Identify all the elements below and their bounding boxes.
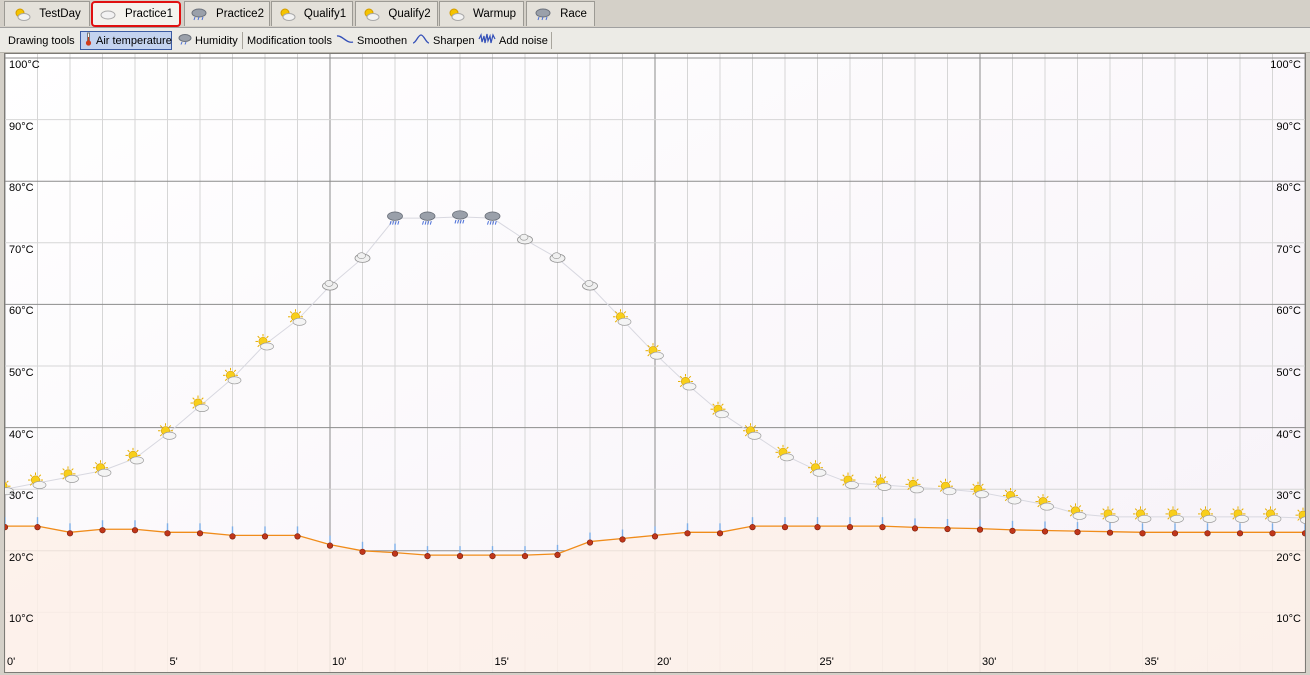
- y-tick-label-left: 60°C: [9, 305, 34, 318]
- tab-qualify2[interactable]: Qualify2: [355, 1, 438, 26]
- y-tick-label-right: 20°C: [1276, 551, 1301, 564]
- sun-cloud-icon: [278, 7, 296, 21]
- tab-testday[interactable]: TestDay: [4, 1, 90, 26]
- tab-race[interactable]: Race: [526, 1, 595, 26]
- thermometer-icon: [84, 32, 93, 49]
- x-tick-label: 20': [657, 656, 672, 668]
- cloud-icon: [99, 7, 117, 21]
- x-tick-label: 30': [982, 656, 997, 668]
- tab-label: Practice1: [125, 8, 173, 20]
- session-tab-bar: TestDay Practice1 Practice2 Qualify1 Qua…: [0, 0, 1310, 28]
- weather-chart[interactable]: 10°C 10°C 20°C 20°C 30°C 30°C 40°C 40°C 50°C 50°C…: [4, 53, 1306, 673]
- x-tick-label: 15': [494, 656, 509, 668]
- tab-practice1[interactable]: Practice1: [91, 1, 181, 27]
- toolbar-separator: [242, 32, 243, 49]
- tab-label: Practice2: [216, 8, 264, 20]
- sun-cloud-icon: [362, 7, 380, 21]
- x-tick-label: 0': [7, 656, 16, 668]
- y-tick-label-right: 70°C: [1276, 243, 1301, 256]
- y-tick-label-right: 50°C: [1276, 367, 1301, 379]
- tab-label: Race: [560, 8, 587, 20]
- air-temperature-button[interactable]: Air temperature: [80, 31, 172, 50]
- tab-label: Qualify1: [303, 8, 347, 20]
- modification-tools-label: Modification tools: [247, 34, 332, 47]
- tab-qualify1[interactable]: Qualify1: [271, 1, 353, 26]
- y-tick-label-right: 90°C: [1276, 120, 1301, 133]
- x-tick-label: 5': [169, 656, 178, 668]
- y-tick-label-left: 100°C: [9, 59, 40, 71]
- x-tick-label: 10': [332, 656, 347, 668]
- sharpen-button[interactable]: Sharpen: [409, 31, 478, 50]
- toolbar-separator: [551, 32, 552, 49]
- y-tick-label-left: 80°C: [9, 182, 34, 195]
- temperature-area: [5, 526, 1305, 672]
- x-tick-label: 35': [1144, 656, 1159, 668]
- add-noise-button[interactable]: Add noise: [475, 31, 551, 50]
- y-tick-label-right: 10°C: [1276, 613, 1301, 626]
- tab-label: Warmup: [472, 8, 517, 20]
- tab-label: Qualify2: [388, 8, 431, 20]
- y-tick-label-left: 90°C: [9, 120, 34, 133]
- noise-wave-icon: [478, 33, 496, 48]
- tab-practice2[interactable]: Practice2: [184, 1, 270, 26]
- chart-canvas[interactable]: [5, 54, 1305, 672]
- sun-cloud-icon: [13, 7, 31, 21]
- y-tick-label-right: 40°C: [1276, 428, 1301, 441]
- y-tick-label-left: 20°C: [9, 551, 34, 564]
- drawing-tools-label: Drawing tools: [8, 34, 75, 47]
- y-tick-label-right: 100°C: [1270, 59, 1301, 71]
- y-tick-label-left: 70°C: [9, 243, 34, 256]
- humidity-button[interactable]: Humidity: [175, 31, 241, 50]
- tool-strip: Drawing tools Air temperature Humidity M…: [0, 28, 1310, 53]
- x-tick-label: 25': [819, 656, 834, 668]
- rain-cloud-icon: [190, 7, 208, 21]
- rain-cloud-icon: [178, 33, 192, 48]
- sharp-curve-icon: [412, 33, 430, 48]
- sun-cloud-icon: [447, 7, 465, 21]
- y-tick-label-left: 30°C: [9, 490, 34, 503]
- smoothen-button[interactable]: Smoothen: [333, 31, 410, 50]
- y-tick-label-right: 80°C: [1276, 182, 1301, 195]
- y-tick-label-left: 10°C: [9, 613, 34, 626]
- y-tick-label-left: 50°C: [9, 367, 34, 379]
- rain-cloud-icon: [534, 7, 552, 21]
- smooth-curve-icon: [336, 33, 354, 48]
- y-tick-label-left: 40°C: [9, 428, 34, 441]
- y-tick-label-right: 30°C: [1276, 490, 1301, 503]
- tab-label: TestDay: [39, 8, 81, 20]
- y-tick-label-right: 60°C: [1276, 305, 1301, 318]
- tab-warmup[interactable]: Warmup: [439, 1, 524, 26]
